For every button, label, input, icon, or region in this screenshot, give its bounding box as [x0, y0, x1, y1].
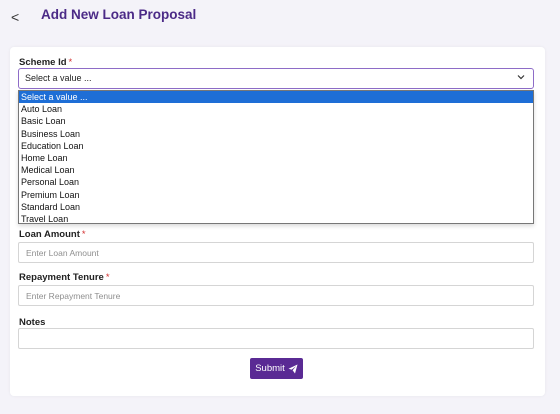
- loan-proposal-form: Scheme Id * Select a value ... Loan Amoun…: [10, 47, 545, 396]
- repayment-tenure-label: Repayment Tenure *: [19, 272, 110, 283]
- dropdown-option[interactable]: Personal Loan: [19, 176, 533, 188]
- dropdown-option[interactable]: Business Loan: [19, 128, 533, 140]
- notes-label-text: Notes: [19, 317, 46, 328]
- dropdown-option[interactable]: Select a value ...: [19, 91, 533, 104]
- loan-amount-label-text: Loan Amount: [19, 229, 80, 240]
- required-mark: *: [68, 57, 73, 68]
- page-header: < Add New Loan Proposal: [0, 0, 560, 36]
- dropdown-option[interactable]: Auto Loan: [19, 103, 533, 115]
- page-title: Add New Loan Proposal: [41, 7, 197, 22]
- dropdown-option[interactable]: Education Loan: [19, 140, 533, 152]
- repayment-tenure-input[interactable]: [18, 285, 534, 306]
- dropdown-option[interactable]: Basic Loan: [19, 115, 533, 127]
- loan-amount-label: Loan Amount *: [19, 229, 86, 240]
- scheme-id-select[interactable]: Select a value ...: [18, 68, 534, 89]
- loan-amount-input[interactable]: [18, 242, 534, 263]
- required-mark: *: [105, 272, 110, 283]
- chevron-left-icon: <: [11, 9, 20, 25]
- back-button[interactable]: <: [11, 8, 27, 26]
- submit-button[interactable]: Submit: [250, 358, 303, 379]
- chevron-down-icon: [517, 73, 525, 82]
- dropdown-option[interactable]: Travel Loan: [19, 213, 533, 225]
- dropdown-option[interactable]: Home Loan: [19, 152, 533, 164]
- notes-input[interactable]: [18, 328, 534, 349]
- dropdown-option[interactable]: Premium Loan: [19, 189, 533, 201]
- scheme-id-label-text: Scheme Id: [19, 57, 67, 68]
- scheme-id-label: Scheme Id *: [19, 57, 72, 68]
- repayment-tenure-label-text: Repayment Tenure: [19, 272, 104, 283]
- required-mark: *: [81, 229, 86, 240]
- paper-plane-icon: [288, 364, 298, 374]
- dropdown-option[interactable]: Standard Loan: [19, 201, 533, 213]
- scheme-id-dropdown-list: Select a value ... Auto Loan Basic Loan Bus…: [18, 90, 534, 224]
- scheme-id-selected-value: Select a value ...: [25, 73, 92, 83]
- notes-label: Notes: [19, 317, 45, 328]
- dropdown-option[interactable]: Medical Loan: [19, 164, 533, 176]
- submit-label: Submit: [255, 363, 285, 374]
